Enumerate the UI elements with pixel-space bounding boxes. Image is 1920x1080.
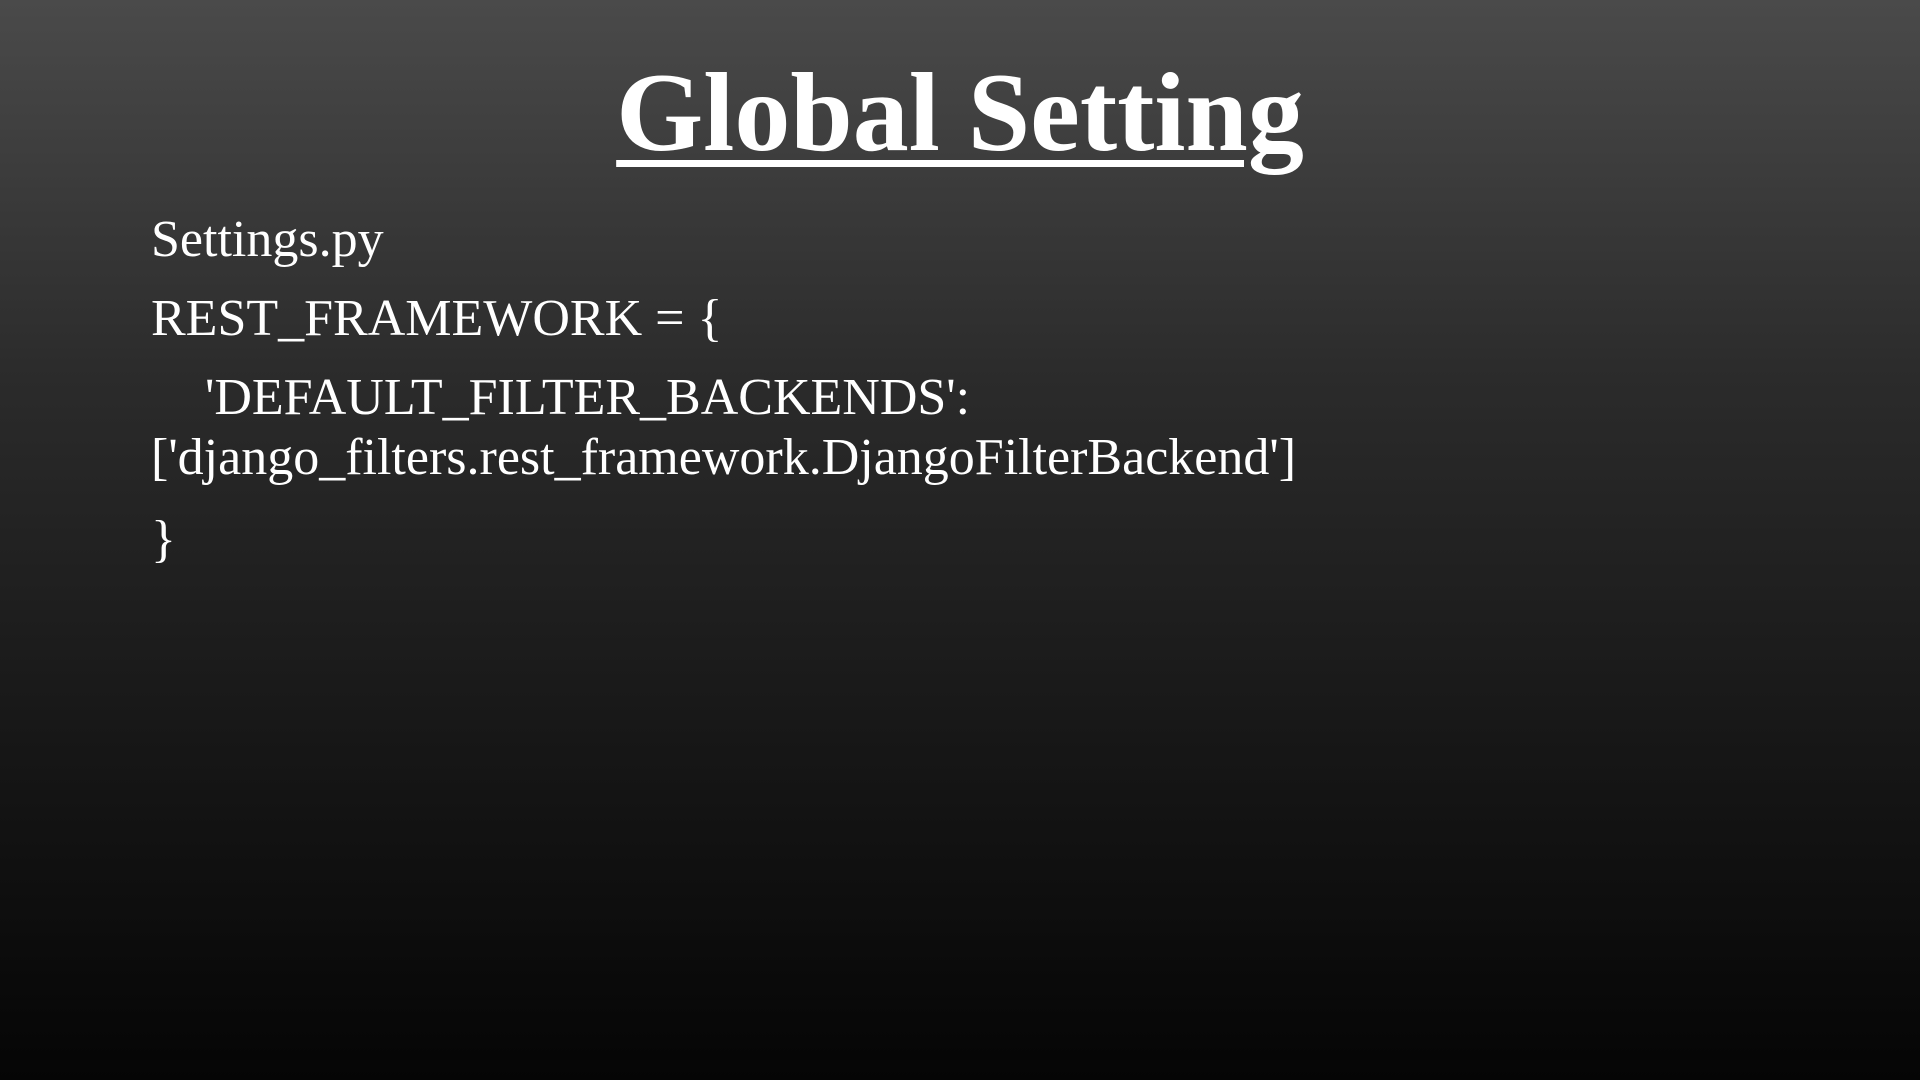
slide: Global Setting Settings.py REST_FRAMEWOR… <box>0 0 1920 1080</box>
code-line-value: ['django_filters.rest_framework.DjangoFi… <box>151 429 1297 486</box>
code-line-open: REST_FRAMEWORK = { <box>151 290 723 347</box>
code-line-close: } <box>151 511 176 568</box>
slide-body: Settings.py REST_FRAMEWORK = { 'DEFAULT_… <box>151 210 1851 589</box>
code-line-key: 'DEFAULT_FILTER_BACKENDS': <box>205 369 971 426</box>
slide-title: Global Setting <box>616 51 1304 175</box>
filename-line: Settings.py <box>151 211 384 268</box>
